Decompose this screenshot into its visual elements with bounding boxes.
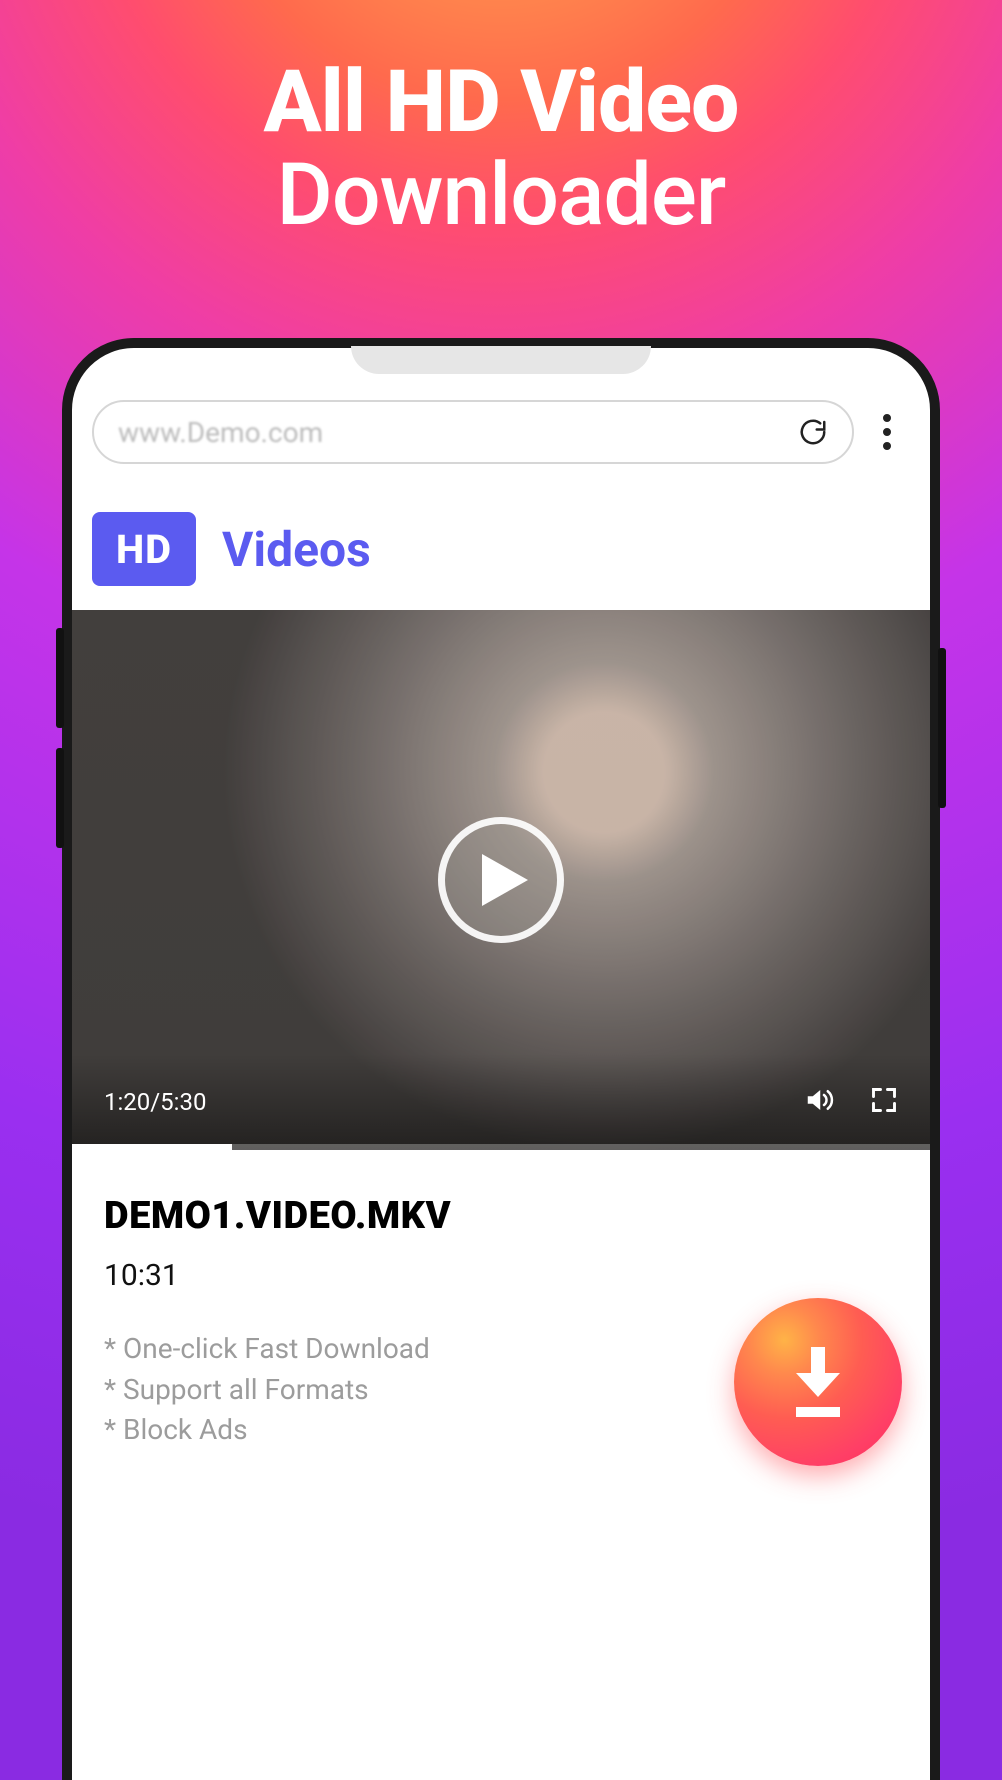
hero-title: All HD Video Downloader	[0, 0, 1002, 242]
download-button[interactable]	[734, 1298, 902, 1466]
play-button[interactable]	[438, 817, 564, 943]
video-controls-bar: 1:20/5:30	[72, 1054, 930, 1150]
phone-screen: www.Demo.com HD Videos 1:20/5:	[72, 382, 930, 1780]
phone-notch	[351, 346, 651, 374]
video-info: DEMO1.VIDEO.MKV 10:31 * One-click Fast D…	[72, 1150, 930, 1451]
section-title: Videos	[222, 521, 371, 578]
address-bar[interactable]: www.Demo.com	[92, 400, 854, 464]
video-player[interactable]: 1:20/5:30	[72, 610, 930, 1150]
video-duration: 10:31	[104, 1258, 898, 1293]
video-filename: DEMO1.VIDEO.MKV	[104, 1194, 898, 1238]
phone-frame: www.Demo.com HD Videos 1:20/5:	[62, 338, 940, 1780]
menu-dots-icon[interactable]	[872, 414, 902, 450]
video-time: 1:20/5:30	[104, 1088, 206, 1116]
refresh-icon[interactable]	[798, 417, 828, 447]
phone-side-button	[56, 628, 64, 728]
phone-side-button	[938, 648, 946, 808]
promo-background: All HD Video Downloader www.Demo.com HD	[0, 0, 1002, 1780]
section-header: HD Videos	[72, 474, 930, 610]
hero-title-line2: Downloader	[0, 149, 1002, 242]
hero-title-line1: All HD Video	[0, 56, 1002, 149]
volume-icon[interactable]	[804, 1085, 834, 1119]
address-row: www.Demo.com	[72, 382, 930, 474]
address-url: www.Demo.com	[118, 416, 323, 449]
phone-side-button	[56, 748, 64, 848]
fullscreen-icon[interactable]	[870, 1086, 898, 1118]
hd-badge: HD	[92, 512, 196, 586]
